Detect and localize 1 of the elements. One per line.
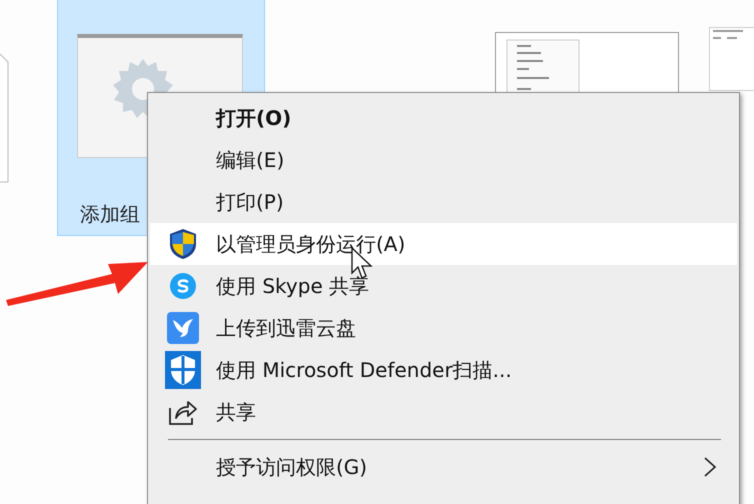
file-label: 添加组 bbox=[80, 201, 140, 228]
